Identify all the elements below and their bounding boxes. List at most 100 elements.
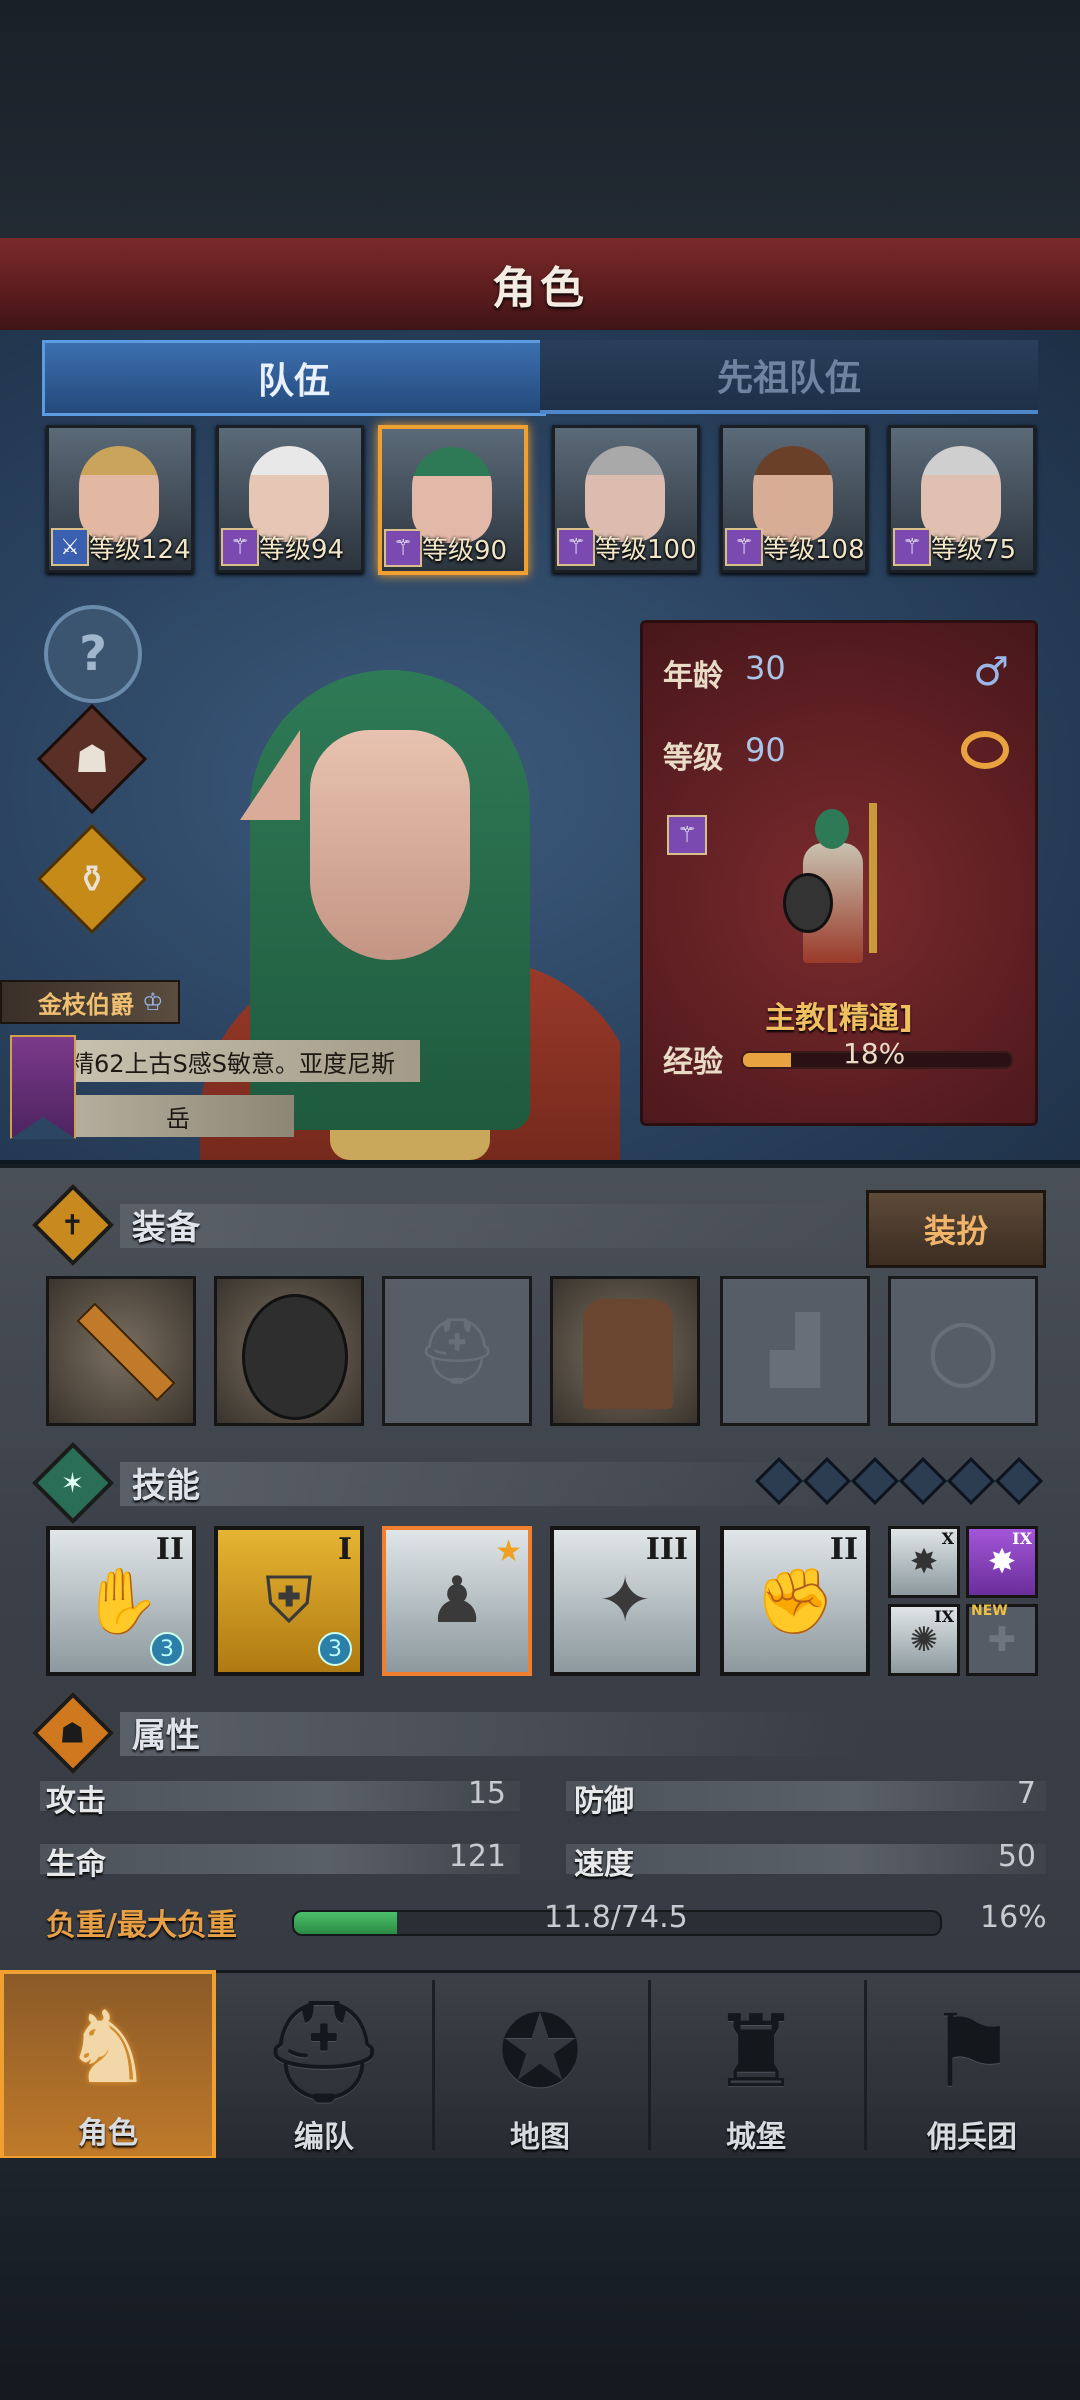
noble-title-text: 金枝伯爵 <box>38 990 134 1019</box>
hero-portrait[interactable]: ⚚ 等级100 <box>552 425 700 573</box>
skill-slot[interactable]: ✋ II 3 <box>46 1526 196 1676</box>
castle-icon: ♜ <box>711 1993 801 2110</box>
skill-art-icon: ✦ <box>598 1564 652 1638</box>
extra-skill-slot[interactable]: ✸ X <box>888 1526 960 1598</box>
burst-icon: ✸ <box>909 1542 939 1582</box>
ring-icon: ◯ <box>927 1314 999 1388</box>
portrait-ear <box>200 730 300 820</box>
skill-rank: IX <box>934 1607 954 1626</box>
class-figure <box>773 803 893 973</box>
nav-formation[interactable]: ⛑ 编队 <box>216 1970 432 2160</box>
header-strip <box>120 1204 860 1248</box>
character-name[interactable]: 岳 <box>62 1095 294 1137</box>
hero-portrait[interactable]: ⚚ 等级75 <box>888 425 1036 573</box>
page-title: 角色 <box>492 263 588 314</box>
speed-value: 50 <box>997 1839 1036 1874</box>
boots-icon: ▟ <box>770 1314 820 1388</box>
character-info-card: 年龄 30 ♂ 等级 90 ⚚ 主教[精通] 经验 18% <box>640 620 1038 1126</box>
hero-face <box>412 447 492 543</box>
extra-skill-slot[interactable]: ✸ IX <box>966 1526 1038 1598</box>
top-background <box>0 0 1080 240</box>
staff-icon: ⚚ <box>893 528 931 566</box>
cross-icon: ✚ <box>987 1620 1017 1660</box>
skill-rank: X <box>941 1529 954 1548</box>
weight-percent: 16% <box>980 1900 1047 1935</box>
compass-icon: ✪ <box>498 1993 582 2110</box>
level-label: 等级 <box>663 741 723 776</box>
skill-rank: III <box>645 1532 688 1567</box>
attributes-title: 属性 <box>132 1716 200 1756</box>
attack-value: 15 <box>467 1776 506 1811</box>
hero-portrait[interactable]: ⚔ 等级124 <box>46 425 194 573</box>
figure-shield <box>783 873 833 933</box>
age-value: 30 <box>745 649 786 687</box>
tab-ancestor-team[interactable]: 先祖队伍 <box>540 340 1038 414</box>
staff-icon: ⚚ <box>221 528 259 566</box>
skill-slot[interactable]: ⛨ I 3 <box>214 1526 364 1676</box>
sword-icon: ⚔ <box>51 528 89 566</box>
hero-level: 等级75 <box>931 535 1017 565</box>
helmet-icon: ⛑ <box>416 1314 498 1389</box>
heraldry-banner-icon[interactable] <box>10 1035 76 1139</box>
hero-level: 等级100 <box>595 535 697 565</box>
tab-team[interactable]: 队伍 <box>42 340 546 416</box>
title-banner: 角色 <box>0 238 1080 333</box>
nav-castle[interactable]: ♜ 城堡 <box>648 1970 864 2160</box>
figure-staff <box>869 803 877 953</box>
character-traits: 精62上古S感S敏意。亚度尼斯 <box>62 1040 420 1082</box>
hero-face <box>753 446 833 542</box>
hero-level: 等级124 <box>89 535 191 565</box>
burst-icon: ✺ <box>909 1620 939 1660</box>
noble-title: 金枝伯爵 ♔ <box>0 980 180 1024</box>
skill-rank: I <box>337 1532 352 1567</box>
skill-art-icon: ✋ <box>81 1564 161 1639</box>
hero-portrait[interactable]: ⚚ 等级108 <box>720 425 868 573</box>
ring-icon <box>961 731 1009 769</box>
armor-slot[interactable] <box>550 1276 700 1426</box>
star-icon: ★ <box>495 1534 522 1569</box>
exp-label: 经验 <box>663 1045 723 1080</box>
extra-skill-slot[interactable]: ✺ IX <box>888 1604 960 1676</box>
skills-title: 技能 <box>132 1466 200 1506</box>
hero-portrait-selected[interactable]: ⚚ 等级90 <box>378 425 528 575</box>
speed-label: 速度 <box>574 1847 634 1882</box>
hero-level: 等级90 <box>422 536 508 566</box>
hero-portrait[interactable]: ⚚ 等级94 <box>216 425 364 573</box>
helmet-slot[interactable]: ⛑ <box>382 1276 532 1426</box>
skill-rank: II <box>155 1532 184 1567</box>
age-label: 年龄 <box>663 659 723 694</box>
robe-icon <box>583 1299 673 1409</box>
banner-icon: ⚑ <box>927 1993 1017 2110</box>
exp-bar-fill <box>743 1053 792 1067</box>
defense-value: 7 <box>1016 1776 1036 1811</box>
nav-character[interactable]: ♞ 角色 <box>0 1970 216 2160</box>
boots-slot[interactable]: ▟ <box>720 1276 870 1426</box>
burst-icon: ✸ <box>987 1542 1017 1582</box>
skill-slot[interactable]: ✊ II <box>720 1526 870 1676</box>
exp-percent: 18% <box>843 1037 906 1070</box>
figure-head <box>815 809 849 849</box>
nav-map[interactable]: ✪ 地图 <box>432 1970 648 2160</box>
help-icon[interactable]: ? <box>44 605 142 703</box>
offhand-slot[interactable] <box>214 1276 364 1426</box>
weight-value: 11.8/74.5 <box>544 1900 688 1935</box>
header-strip <box>120 1712 860 1756</box>
weapon-slot[interactable] <box>46 1276 196 1426</box>
skill-rank: IX <box>1012 1529 1032 1548</box>
header-strip <box>120 1462 860 1506</box>
hero-face <box>79 446 159 542</box>
skill-slot-selected[interactable]: ♟ ★ <box>382 1526 532 1676</box>
attributes-header: ☗ 属性 <box>31 1691 1040 1775</box>
extra-skill-slot-empty[interactable]: ✚ NEW <box>966 1603 1038 1676</box>
nav-mercenaries[interactable]: ⚑ 佣兵团 <box>864 1970 1080 2160</box>
nav-label: 佣兵团 <box>927 2120 1017 2155</box>
ring-slot[interactable]: ◯ <box>888 1276 1038 1426</box>
new-badge: NEW <box>971 1603 1008 1619</box>
dress-up-button[interactable]: 装扮 <box>866 1190 1046 1268</box>
mace-icon <box>76 1302 176 1402</box>
level-value: 90 <box>745 731 786 769</box>
skill-slot[interactable]: ✦ III <box>550 1526 700 1676</box>
staff-icon: ⚚ <box>667 815 707 855</box>
class-name: 主教[精通] <box>765 1001 913 1036</box>
staff-icon: ⚚ <box>384 529 422 567</box>
